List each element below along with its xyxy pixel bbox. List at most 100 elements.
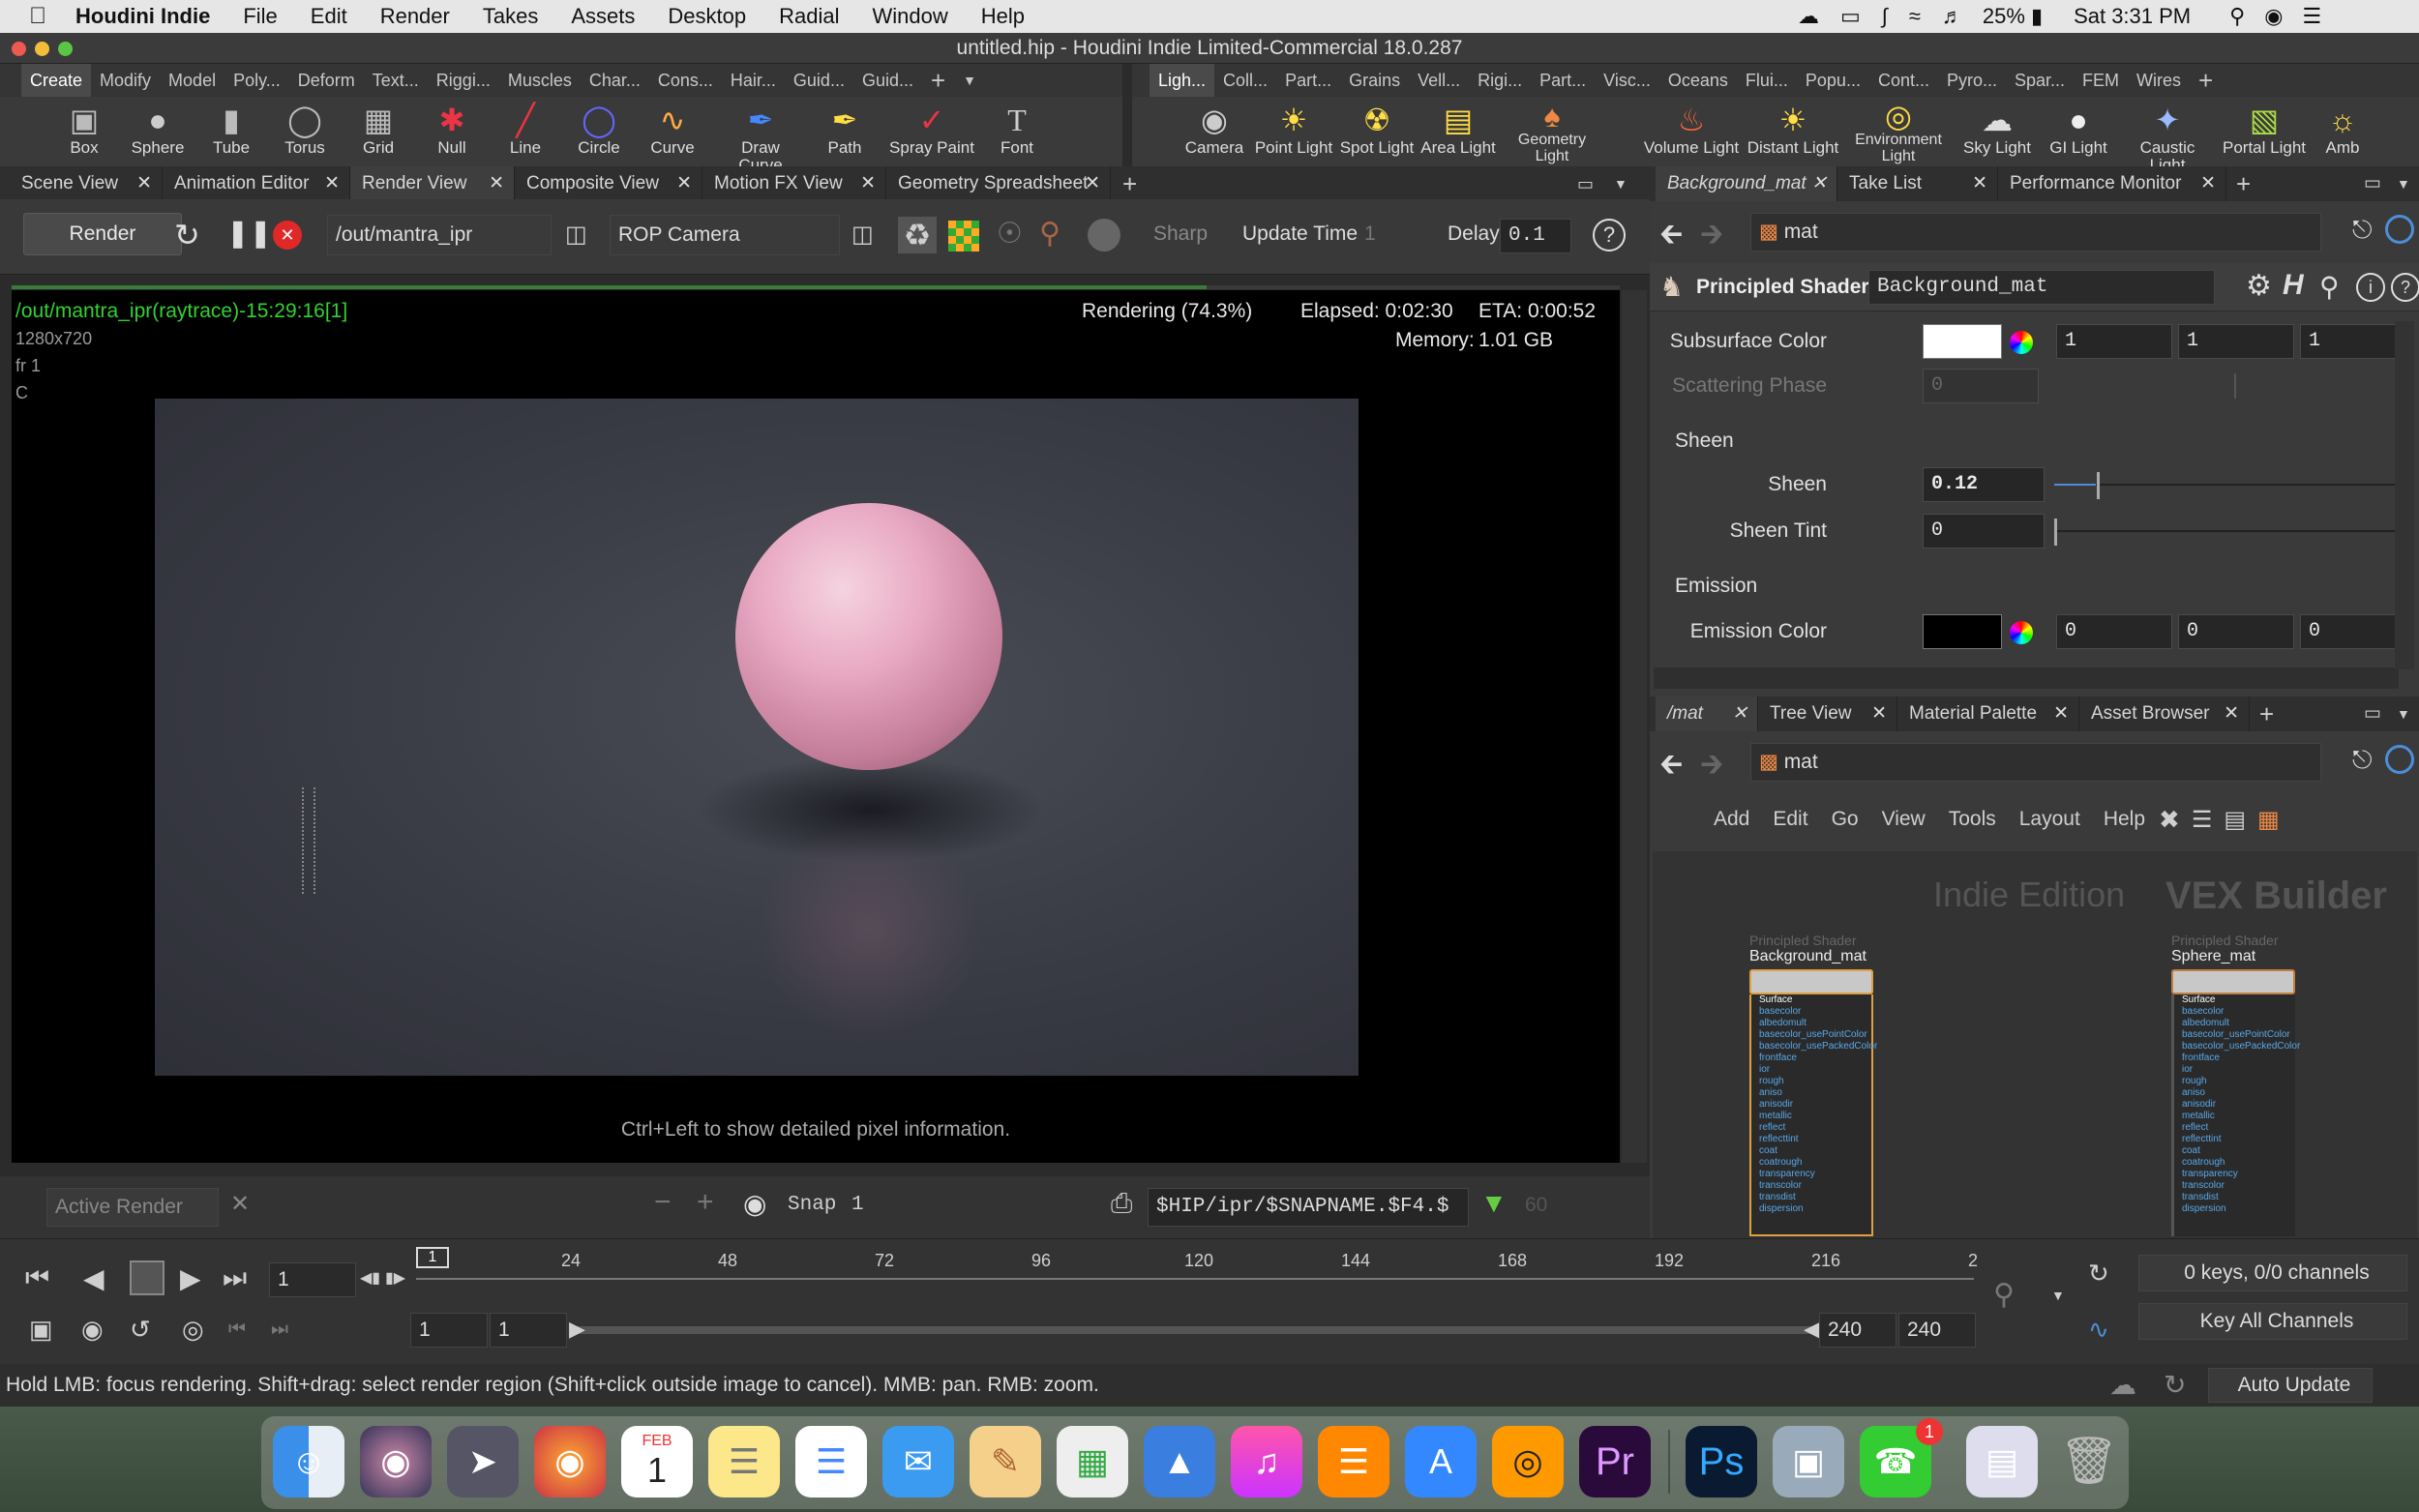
volume-icon[interactable]: ♬ (1942, 4, 1963, 29)
shelf-tab-oceans[interactable]: Oceans (1659, 64, 1737, 97)
scattering-phase-field[interactable]: 0 (1923, 369, 2039, 403)
downloads-stack-icon[interactable]: ▤ (1966, 1426, 2038, 1497)
close-tab-icon[interactable]: ✕ (489, 166, 504, 201)
sheen-slider-handle[interactable] (2097, 472, 2100, 499)
tab-geometry-spreadsheet[interactable]: Geometry Spreadsheet ✕ (886, 166, 1111, 201)
tool-font[interactable]: T Font (981, 97, 1053, 157)
snap-camera-icon[interactable]: ◉ (743, 1188, 766, 1220)
net-menu-view[interactable]: View (1882, 808, 1926, 831)
preview-sphere-icon[interactable] (1088, 219, 1120, 252)
color-wheel-icon[interactable] (2010, 621, 2033, 644)
tool-null[interactable]: ✱ Null (416, 97, 488, 157)
shelf-tab-fem[interactable]: FEM (2074, 64, 2128, 97)
emission-g-field[interactable]: 0 (2178, 614, 2294, 649)
close-tab-icon[interactable]: ✕ (676, 166, 692, 201)
node-ports[interactable]: Surface basecolor albedomult basecolor_u… (1749, 994, 1877, 1236)
photoshop-icon[interactable]: Ps (1686, 1426, 1757, 1497)
calendar-icon[interactable]: FEB 1 (621, 1426, 693, 1497)
refresh-icon[interactable]: ↻ (174, 217, 200, 253)
tool-curve[interactable]: ∿ Curve (637, 97, 708, 157)
wrench-icon[interactable]: ✖ (2159, 805, 2180, 835)
camera-select[interactable]: ROP Camera (610, 215, 840, 255)
tool-area-light[interactable]: ▤ Area Light (1417, 97, 1500, 157)
shelf-tab-text[interactable]: Text... (364, 64, 428, 97)
zoom-window-button[interactable] (58, 42, 73, 56)
close-tab-icon[interactable]: ✕ (1732, 697, 1747, 731)
add-shelf-tab-icon[interactable]: + (922, 64, 954, 97)
apple-icon[interactable]:  (29, 3, 46, 30)
pause-icon[interactable]: ❚❚ (226, 217, 272, 249)
playhead[interactable]: 1 (416, 1247, 449, 1268)
keynote-icon[interactable]: ▲ (1144, 1426, 1215, 1497)
range-start-handle[interactable]: ▶ (569, 1317, 585, 1342)
add-network-tab-icon[interactable]: + (2259, 697, 2274, 731)
snapshot-icon[interactable]: ♻ (898, 217, 937, 253)
spotlight-icon[interactable]: ⚲ (2229, 4, 2245, 29)
shelf-tab-container[interactable]: Cont... (1869, 64, 1938, 97)
step-back-icon[interactable]: ◀ (83, 1262, 105, 1294)
network-maximize-icon[interactable]: ▭ (2364, 697, 2381, 731)
pin-icon[interactable]: ⎋ (2352, 215, 2373, 246)
shelf-tab-sparse[interactable]: Spar... (2006, 64, 2074, 97)
stop-render-icon[interactable]: ✕ (273, 221, 302, 250)
scattering-phase-slider[interactable] (2234, 373, 2236, 399)
sheen-field[interactable]: 0.12 (1923, 467, 2045, 502)
emission-r-field[interactable]: 0 (2056, 614, 2172, 649)
menu-help[interactable]: Help (981, 4, 1025, 29)
battery-percent[interactable]: 25% (1983, 4, 2025, 29)
delay-field[interactable]: 0.1 (1500, 219, 1571, 253)
net-pin-icon[interactable]: ⎋ (2352, 745, 2373, 776)
list-icon[interactable]: ▤ (2224, 806, 2246, 834)
subsurface-color-swatch[interactable] (1923, 324, 2002, 359)
shelf-tab-create[interactable]: Create (21, 64, 92, 97)
play-icon[interactable]: ▶ (180, 1262, 201, 1294)
tool-sphere[interactable]: ● Sphere (122, 97, 194, 157)
tool-point-light[interactable]: ☀ Point Light (1250, 97, 1337, 157)
timeline-ruler[interactable]: 1 24 48 72 96 120 144 168 192 216 2 (416, 1243, 1978, 1297)
net-menu-help[interactable]: Help (2104, 808, 2145, 831)
sheen-tint-field[interactable]: 0 (1923, 514, 2045, 548)
preview-light-icon[interactable]: ☉ (997, 217, 1023, 251)
range-slider[interactable] (573, 1326, 1811, 1334)
close-tab-icon[interactable]: ✕ (2224, 697, 2239, 731)
sheen-tint-slider-track[interactable] (2054, 530, 2403, 532)
palette-grid-icon[interactable]: ▦ (2257, 806, 2280, 834)
tool-path[interactable]: ✒ Path (809, 97, 881, 157)
render-viewport[interactable]: /out/mantra_ipr(raytrace)-15:29:16[1] 12… (12, 290, 1620, 1163)
tab-take-list[interactable]: Take List ✕ (1837, 166, 1998, 201)
shelf-tab-rigid[interactable]: Rigi... (1469, 64, 1531, 97)
rop-path-field[interactable]: /out/mantra_ipr (327, 215, 552, 255)
tool-volume-light[interactable]: ♨ Volume Light (1643, 97, 1740, 157)
net-menu-tools[interactable]: Tools (1949, 808, 1996, 831)
net-menu-add[interactable]: Add (1714, 808, 1749, 831)
keys-channels-field[interactable]: 0 keys, 0/0 channels (2138, 1255, 2407, 1291)
creative-cloud-icon[interactable]: ☁ (1798, 4, 1819, 29)
frame-settings-icon[interactable]: ◎ (182, 1315, 204, 1345)
snap-value[interactable]: 1 (851, 1194, 864, 1216)
net-menu-go[interactable]: Go (1832, 808, 1859, 831)
shelf-tab-particles[interactable]: Part... (1276, 64, 1340, 97)
tool-grid[interactable]: ▦ Grid (343, 97, 414, 157)
tab-animation-editor[interactable]: Animation Editor ✕ (163, 166, 350, 201)
tool-circle[interactable]: ◯ Circle (563, 97, 635, 157)
cloud-icon[interactable]: ☁ (2109, 1364, 2136, 1407)
messages-icon[interactable]: ✉ (882, 1426, 954, 1497)
close-tab-icon[interactable]: ✕ (2053, 697, 2069, 731)
shelf-tab-fluids[interactable]: Flui... (1737, 64, 1797, 97)
param-vertical-scrollbar[interactable] (2395, 321, 2414, 669)
pane-menu-icon[interactable]: ▼ (1614, 166, 1628, 201)
range-end-field[interactable]: 240 (1819, 1313, 1896, 1348)
next-range-icon[interactable]: ⏭ (271, 1319, 288, 1341)
camera-pick-icon[interactable]: ◫ (851, 221, 874, 249)
shelf-tab-populate[interactable]: Popu... (1797, 64, 1869, 97)
key-all-channels-select[interactable]: Key All Channels (2138, 1303, 2407, 1340)
viewport-scrollbar[interactable] (1622, 290, 1647, 1163)
net-menu-edit[interactable]: Edit (1773, 808, 1807, 831)
minimize-window-button[interactable] (35, 42, 49, 56)
control-center-icon[interactable]: ☰ (2302, 4, 2321, 29)
shelf-tab-hair[interactable]: Hair... (722, 64, 785, 97)
render-button[interactable]: Render (23, 213, 182, 255)
zoom-in-icon[interactable]: + (697, 1186, 714, 1219)
node-sphere-mat[interactable]: Principled Shader Sphere_mat Surface bas… (2171, 933, 2300, 1236)
render-region-icon[interactable]: ⚲ (1039, 217, 1060, 251)
